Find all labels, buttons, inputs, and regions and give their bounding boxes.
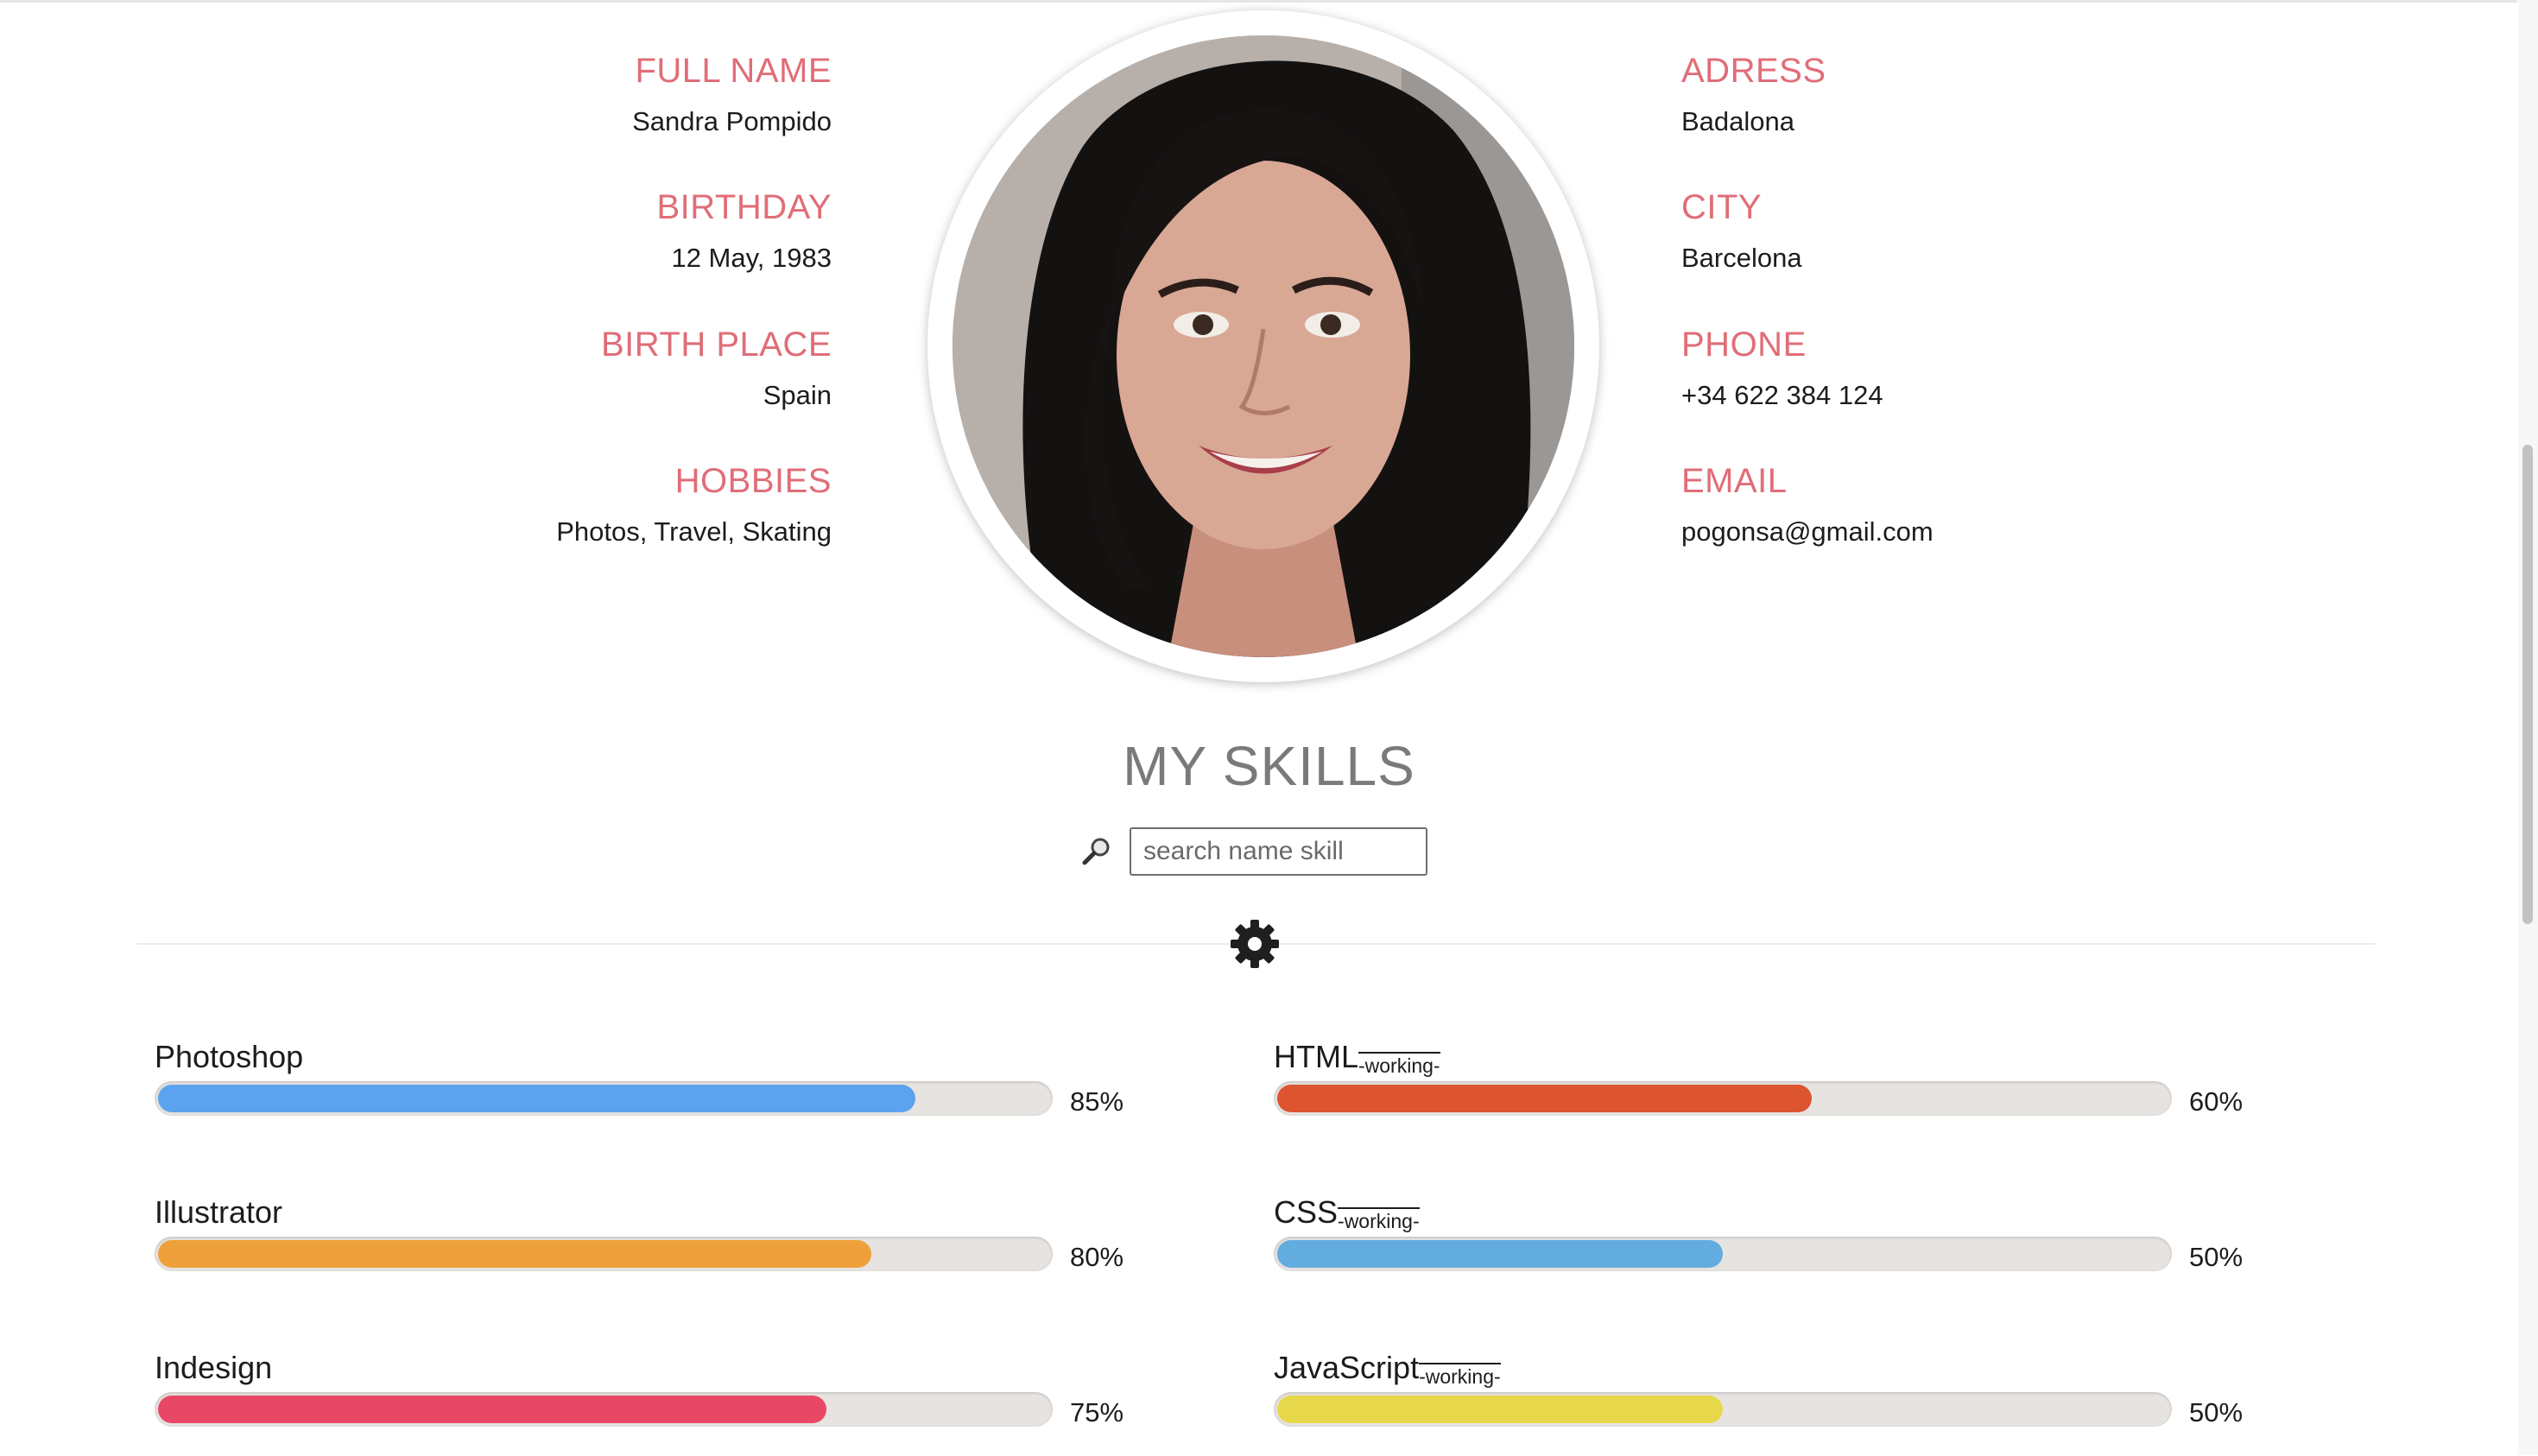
info-hobbies: HOBBIES Photos, Travel, Skating	[0, 464, 832, 545]
skill-search-input[interactable]	[1130, 827, 1427, 876]
skill-bar-track	[155, 1237, 1053, 1271]
skill-percent: 80%	[1070, 1242, 1124, 1272]
info-birthday: BIRTHDAY 12 May, 1983	[0, 190, 832, 271]
skill-name-text: Photoshop	[155, 1039, 304, 1074]
skill-bar-track	[1274, 1081, 2172, 1116]
skill-illustrator: Illustrator 80%	[155, 1197, 1191, 1301]
info-email: EMAIL pogonsa@gmail.com	[1681, 464, 2286, 545]
info-city: CITY Barcelona	[1681, 190, 2286, 271]
skill-percent: 85%	[1070, 1086, 1124, 1117]
info-value: Sandra Pompido	[632, 106, 832, 136]
info-value: +34 622 384 124	[1681, 380, 1883, 410]
skill-bar-fill	[1277, 1240, 1723, 1268]
info-label: PHONE	[1681, 326, 1807, 364]
skill-indesign: Indesign 75%	[155, 1352, 1191, 1456]
gear-icon[interactable]	[1227, 916, 1282, 972]
info-label: ADRESS	[1681, 52, 1826, 90]
info-value: pogonsa@gmail.com	[1681, 516, 1934, 547]
profile-photo	[953, 35, 1574, 657]
skill-search-row	[1081, 827, 1444, 879]
info-value: Badalona	[1681, 106, 1795, 136]
magnifier-icon	[1082, 838, 1110, 865]
skill-bar-track	[155, 1392, 1053, 1427]
skill-name: Illustrator	[155, 1197, 282, 1228]
vertical-scrollbar[interactable]	[2518, 0, 2538, 1455]
profile-page: FULL NAME Sandra Pompido BIRTHDAY 12 May…	[0, 0, 2538, 1455]
skill-name-text: CSS	[1274, 1194, 1339, 1230]
skill-css: CSS-working- 50%	[1274, 1197, 2310, 1301]
skill-name: JavaScript-working-	[1274, 1350, 1501, 1388]
skill-working-badge: -working-	[1419, 1363, 1501, 1388]
skill-working-badge: -working-	[1338, 1207, 1420, 1232]
info-full-name: FULL NAME Sandra Pompido	[0, 54, 832, 135]
skill-bar-track	[155, 1081, 1053, 1116]
skill-name-text: HTML	[1274, 1039, 1358, 1074]
top-border	[0, 0, 2517, 3]
info-label: HOBBIES	[674, 462, 832, 500]
skill-javascript: JavaScript-working- 50%	[1274, 1352, 2310, 1456]
skill-name: Indesign	[155, 1352, 272, 1383]
skill-name-text: Illustrator	[155, 1194, 283, 1230]
skill-bar-fill	[158, 1396, 826, 1423]
info-label: BIRTH PLACE	[600, 326, 832, 364]
info-label: BIRTHDAY	[656, 188, 832, 226]
info-value: Spain	[763, 380, 832, 410]
skill-bar-fill	[1277, 1085, 1812, 1112]
skill-bar-track	[1274, 1392, 2172, 1427]
info-value: 12 May, 1983	[671, 243, 832, 273]
skill-name: CSS-working-	[1274, 1194, 1420, 1232]
skill-working-badge: -working-	[1358, 1052, 1440, 1077]
skill-percent: 50%	[2189, 1397, 2244, 1428]
skill-html: HTML-working- 60%	[1274, 1041, 2310, 1145]
info-label: FULL NAME	[635, 52, 832, 90]
skill-name: HTML-working-	[1274, 1039, 1440, 1077]
info-address: ADRESS Badalona	[1681, 54, 2286, 135]
avatar	[953, 35, 1574, 657]
scrollbar-thumb[interactable]	[2522, 445, 2533, 924]
avatar-frame	[927, 10, 1599, 682]
info-value: Barcelona	[1681, 243, 1802, 273]
skill-name: Photoshop	[155, 1041, 303, 1073]
info-label: CITY	[1681, 188, 1763, 226]
skill-photoshop: Photoshop 85%	[155, 1041, 1191, 1145]
info-label: EMAIL	[1681, 462, 1788, 500]
skill-bar-fill	[158, 1085, 915, 1112]
skill-name-text: Indesign	[155, 1350, 273, 1385]
skills-title: MY SKILLS	[1123, 735, 1415, 797]
skill-bar-track	[1274, 1237, 2172, 1271]
info-phone: PHONE +34 622 384 124	[1681, 327, 2286, 408]
info-birth-place: BIRTH PLACE Spain	[0, 327, 832, 408]
skill-bar-fill	[1277, 1396, 1723, 1423]
skill-percent: 50%	[2189, 1242, 2244, 1272]
skill-name-text: JavaScript	[1274, 1350, 1420, 1385]
info-value: Photos, Travel, Skating	[556, 516, 832, 547]
skill-bar-fill	[158, 1240, 871, 1268]
skill-percent: 75%	[1070, 1397, 1124, 1428]
skill-percent: 60%	[2189, 1086, 2244, 1117]
